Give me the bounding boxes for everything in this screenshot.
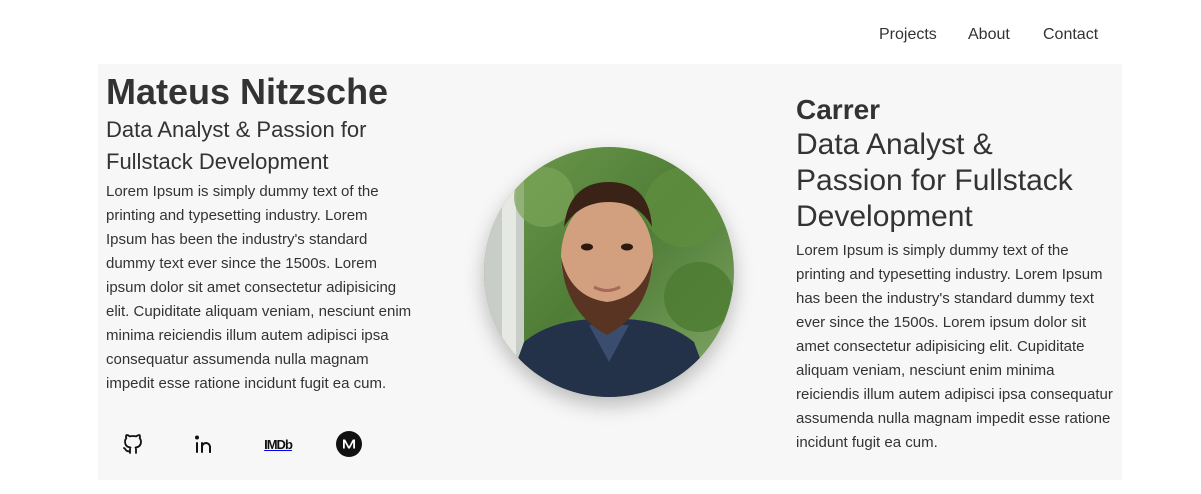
social-links: IMDb	[106, 429, 386, 459]
nav-link-contact[interactable]: Contact	[1043, 26, 1098, 44]
linkedin-icon[interactable]	[190, 429, 220, 459]
profile-photo	[484, 147, 734, 397]
nav-link-projects[interactable]: Projects	[879, 26, 937, 44]
career-section: Carrer Data Analyst & Passion for Fullst…	[796, 93, 1116, 455]
medium-icon[interactable]	[334, 429, 364, 459]
imdb-label: IMDb	[264, 436, 293, 452]
github-icon[interactable]	[118, 429, 148, 459]
career-heading: Carrer	[796, 94, 881, 125]
nav-link-about[interactable]: About	[968, 26, 1010, 44]
career-subtitle: Data Analyst & Passion for Fullstack Dev…	[796, 128, 1073, 233]
profile-intro: Mateus Nitzsche Data Analyst & Passion f…	[106, 72, 416, 396]
imdb-icon[interactable]: IMDb	[261, 429, 295, 459]
profile-name: Mateus Nitzsche	[106, 71, 389, 112]
career-text: Lorem Ipsum is simply dummy text of the …	[796, 242, 1113, 451]
top-nav: Projects About Contact	[0, 0, 1201, 64]
profile-bio: Lorem Ipsum is simply dummy text of the …	[106, 183, 412, 392]
profile-subtitle: Data Analyst & Passion for Fullstack Dev…	[106, 117, 367, 174]
hero-section: Mateus Nitzsche Data Analyst & Passion f…	[98, 64, 1122, 480]
